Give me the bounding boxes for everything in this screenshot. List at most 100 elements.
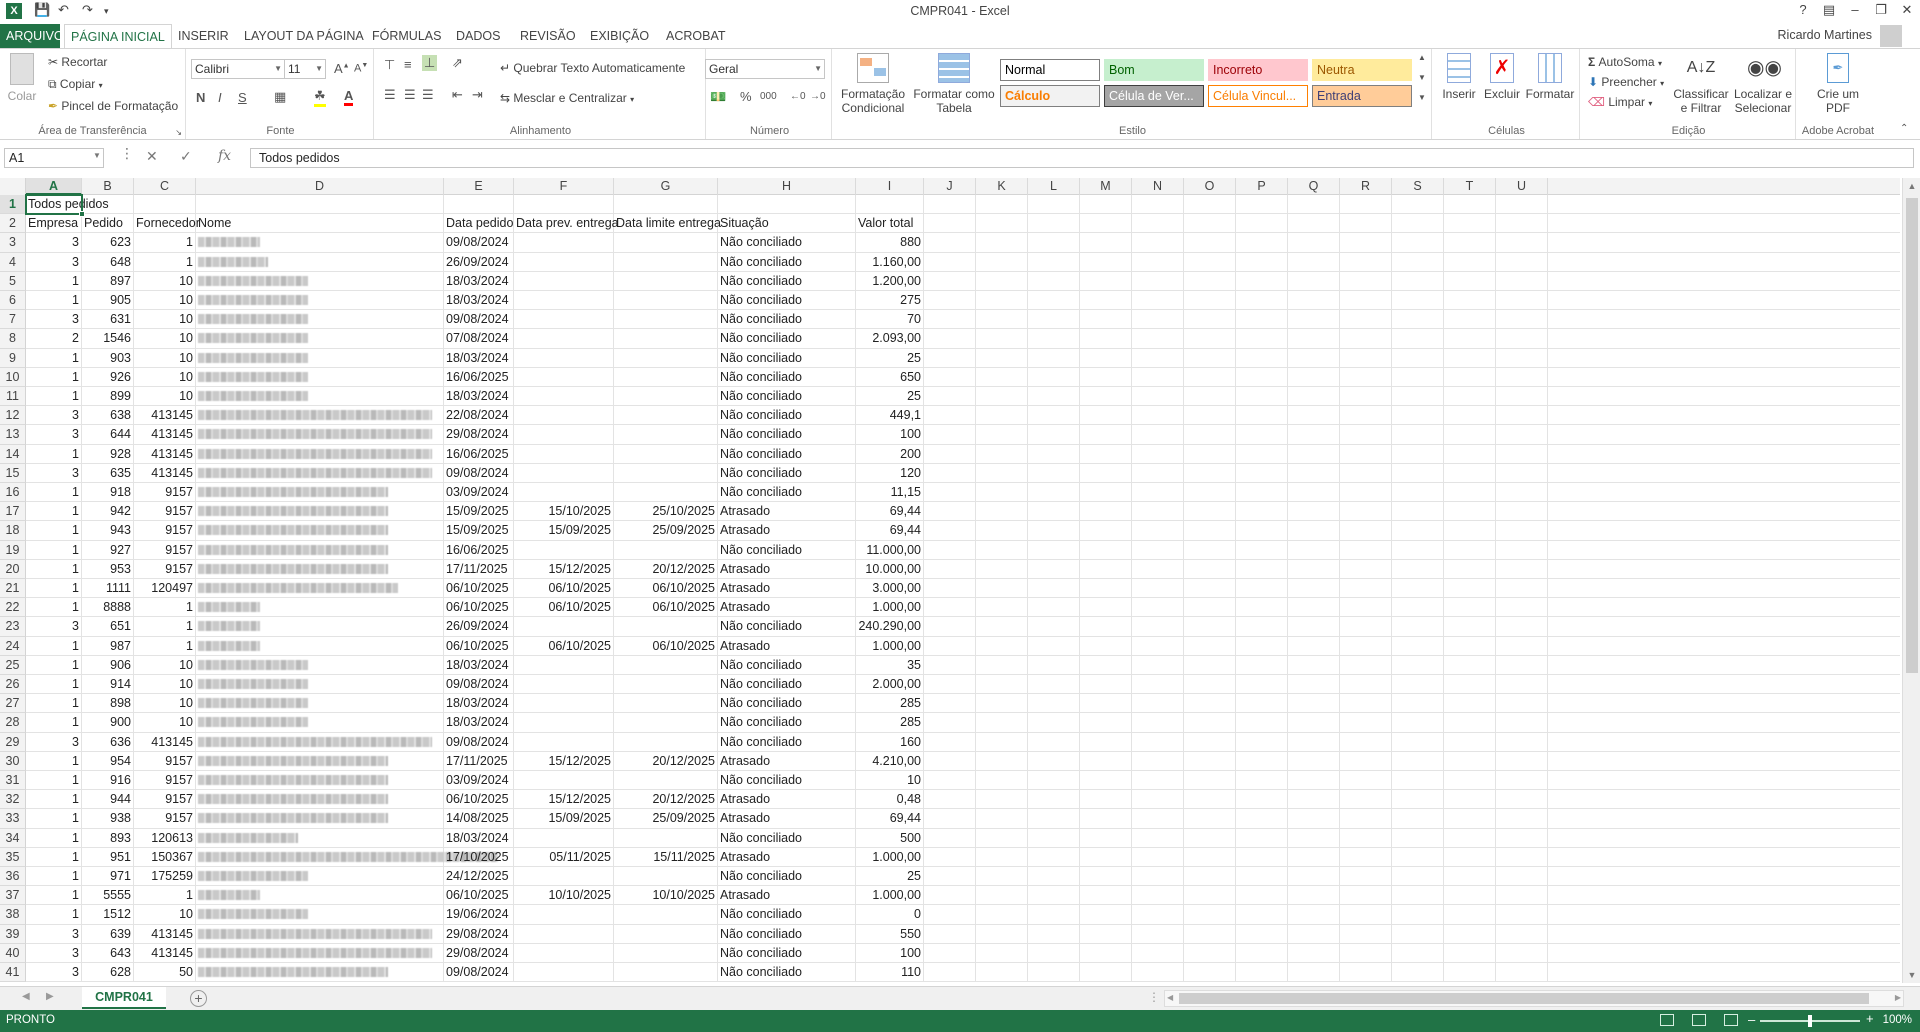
cell[interactable] bbox=[1288, 943, 1340, 963]
cell[interactable] bbox=[614, 252, 718, 272]
gallery-up-icon[interactable]: ▲ bbox=[1418, 53, 1426, 62]
cell[interactable] bbox=[924, 348, 976, 368]
cell[interactable] bbox=[1288, 828, 1340, 848]
row-header[interactable]: 22 bbox=[0, 598, 26, 618]
cell[interactable] bbox=[1132, 617, 1184, 637]
cell[interactable] bbox=[1080, 963, 1132, 983]
cell[interactable]: 10 bbox=[134, 675, 196, 695]
row-header[interactable]: 33 bbox=[0, 809, 26, 829]
cell[interactable]: 0 bbox=[856, 905, 924, 925]
cell[interactable]: 651 bbox=[82, 617, 134, 637]
cell[interactable] bbox=[976, 214, 1028, 234]
cell[interactable] bbox=[1080, 195, 1132, 215]
cell[interactable]: 9157 bbox=[134, 751, 196, 771]
cell[interactable]: Atrasado bbox=[718, 636, 856, 656]
cell[interactable] bbox=[1132, 367, 1184, 387]
cell[interactable]: Atrasado bbox=[718, 886, 856, 906]
column-header[interactable]: S bbox=[1392, 178, 1444, 195]
cell[interactable] bbox=[514, 540, 614, 560]
cell[interactable] bbox=[1496, 732, 1548, 752]
cell[interactable]: 09/08/2024 bbox=[444, 963, 514, 983]
cell[interactable] bbox=[1340, 617, 1392, 637]
cell[interactable] bbox=[1028, 521, 1080, 541]
cell[interactable]: 69,44 bbox=[856, 521, 924, 541]
cell[interactable]: Atrasado bbox=[718, 751, 856, 771]
cell[interactable] bbox=[1340, 924, 1392, 944]
cell[interactable] bbox=[514, 425, 614, 445]
cell[interactable] bbox=[1392, 387, 1444, 407]
cell[interactable]: Nome bbox=[196, 214, 444, 234]
cell[interactable] bbox=[1236, 828, 1288, 848]
cell[interactable]: 650 bbox=[856, 367, 924, 387]
cell[interactable] bbox=[514, 732, 614, 752]
cell[interactable]: 1 bbox=[26, 847, 82, 867]
cell[interactable] bbox=[1496, 905, 1548, 925]
cell[interactable]: 1 bbox=[26, 348, 82, 368]
sheet-tab-cmpr041[interactable]: CMPR041 bbox=[82, 987, 166, 1009]
cell[interactable] bbox=[614, 943, 718, 963]
cell[interactable]: 944 bbox=[82, 790, 134, 810]
cell[interactable] bbox=[196, 790, 444, 810]
cell[interactable] bbox=[196, 252, 444, 272]
cell[interactable] bbox=[1340, 271, 1392, 291]
cell[interactable]: 926 bbox=[82, 367, 134, 387]
cell[interactable] bbox=[514, 233, 614, 253]
cell[interactable]: Não conciliado bbox=[718, 617, 856, 637]
cell[interactable] bbox=[1236, 483, 1288, 503]
orientation-icon[interactable]: ⇗ bbox=[452, 55, 463, 71]
cell[interactable] bbox=[976, 963, 1028, 983]
column-header[interactable]: P bbox=[1236, 178, 1288, 195]
cell[interactable] bbox=[1184, 271, 1236, 291]
cell[interactable]: 3 bbox=[26, 963, 82, 983]
row-header[interactable]: 8 bbox=[0, 329, 26, 349]
collapse-ribbon-icon[interactable]: ⌃ bbox=[1900, 123, 1908, 134]
cell[interactable]: 18/03/2024 bbox=[444, 348, 514, 368]
formula-input[interactable]: Todos pedidos bbox=[250, 148, 1914, 168]
cell[interactable] bbox=[1080, 655, 1132, 675]
cell[interactable]: Não conciliado bbox=[718, 771, 856, 791]
cell[interactable]: 631 bbox=[82, 310, 134, 330]
cell[interactable] bbox=[1236, 924, 1288, 944]
scroll-right-icon[interactable]: ▶ bbox=[1895, 993, 1901, 1002]
cell[interactable]: Não conciliado bbox=[718, 348, 856, 368]
cell[interactable] bbox=[1080, 387, 1132, 407]
cell[interactable] bbox=[976, 444, 1028, 464]
cell[interactable] bbox=[1132, 943, 1184, 963]
cell[interactable] bbox=[514, 195, 614, 215]
cell[interactable] bbox=[196, 905, 444, 925]
cell[interactable] bbox=[1496, 886, 1548, 906]
cell[interactable] bbox=[614, 387, 718, 407]
cell[interactable] bbox=[924, 387, 976, 407]
cell[interactable] bbox=[1392, 771, 1444, 791]
cell[interactable]: 29/08/2024 bbox=[444, 425, 514, 445]
cell[interactable]: 1 bbox=[26, 598, 82, 618]
cell[interactable] bbox=[924, 732, 976, 752]
increase-decimal-icon[interactable]: ←0 bbox=[790, 91, 806, 102]
cell[interactable]: Não conciliado bbox=[718, 905, 856, 925]
tab-formulas[interactable]: FÓRMULAS bbox=[366, 24, 447, 48]
cell[interactable] bbox=[1080, 924, 1132, 944]
cell[interactable] bbox=[976, 675, 1028, 695]
cell[interactable] bbox=[614, 291, 718, 311]
cell[interactable] bbox=[1132, 828, 1184, 848]
cell[interactable] bbox=[1028, 252, 1080, 272]
cell[interactable] bbox=[196, 559, 444, 579]
cell[interactable] bbox=[1236, 463, 1288, 483]
cell[interactable] bbox=[1236, 694, 1288, 714]
cell[interactable]: 10 bbox=[134, 310, 196, 330]
cell[interactable]: 09/08/2024 bbox=[444, 675, 514, 695]
cell[interactable] bbox=[1080, 636, 1132, 656]
cell[interactable] bbox=[976, 521, 1028, 541]
cell[interactable]: 26/09/2024 bbox=[444, 617, 514, 637]
cell[interactable]: 1 bbox=[134, 252, 196, 272]
cell[interactable] bbox=[924, 771, 976, 791]
cell[interactable] bbox=[1236, 291, 1288, 311]
cell[interactable] bbox=[1236, 406, 1288, 426]
cell[interactable] bbox=[1236, 521, 1288, 541]
cell[interactable] bbox=[1028, 540, 1080, 560]
cell[interactable]: 10 bbox=[134, 367, 196, 387]
cell[interactable] bbox=[1184, 675, 1236, 695]
cell[interactable]: 1111 bbox=[82, 579, 134, 599]
cell[interactable] bbox=[1028, 636, 1080, 656]
align-left-icon[interactable]: ☰ bbox=[384, 87, 396, 103]
